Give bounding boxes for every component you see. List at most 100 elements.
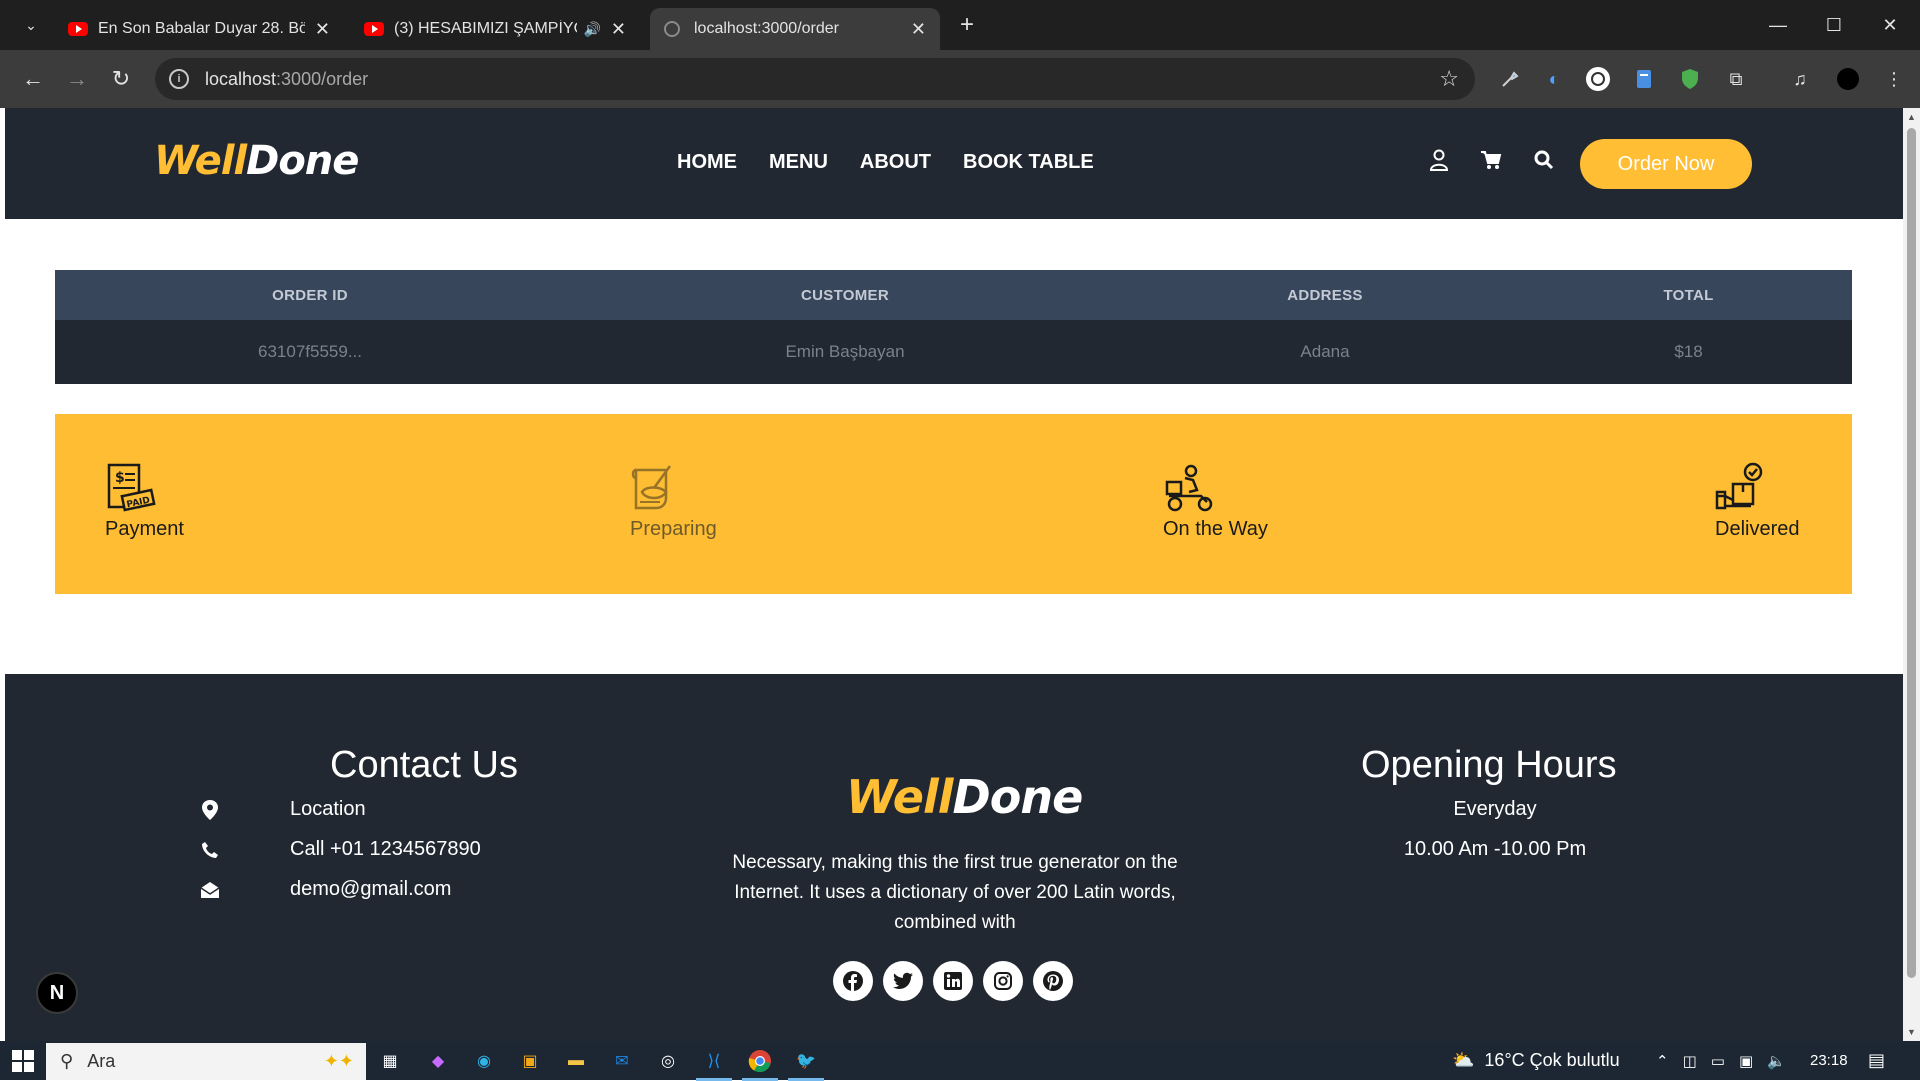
page-scrollbar[interactable]: ▲ ▼ [1903, 108, 1920, 1041]
scroll-up-arrow-icon[interactable]: ▲ [1907, 112, 1916, 122]
youtube-icon [364, 22, 384, 36]
nav-home[interactable]: HOME [677, 151, 737, 174]
instagram-icon[interactable] [983, 961, 1023, 1001]
site-logo[interactable]: WellDone [154, 138, 359, 184]
tab-title: En Son Babalar Duyar 28. Bölüm [98, 20, 305, 37]
user-icon[interactable] [1427, 148, 1451, 172]
nextjs-dev-badge[interactable]: N [36, 972, 78, 1014]
nav-book-table[interactable]: BOOK TABLE [963, 151, 1094, 174]
camera-icon[interactable]: ◫ [1683, 1052, 1697, 1070]
order-status-bar: $ PAID Payment Preparing On the Way Deli… [55, 414, 1852, 594]
table-row: 63107f5559... Emin Başbayan Adana $18 [55, 320, 1852, 384]
weather-widget[interactable]: ⛅ 16°C Çok bulutlu [1452, 1041, 1620, 1080]
extensions-puzzle-icon[interactable]: ⧉ [1722, 65, 1750, 93]
scrollbar-thumb[interactable] [1907, 128, 1916, 978]
main-nav: HOME MENU ABOUT BOOK TABLE [677, 151, 1094, 174]
status-step-payment: $ PAID Payment [105, 462, 184, 541]
opening-time: 10.00 Am -10.00 Pm [1403, 838, 1587, 860]
browser-tab-3[interactable]: localhost:3000/order ✕ [650, 8, 940, 50]
close-tab-icon[interactable]: ✕ [611, 19, 626, 40]
nav-menu[interactable]: MENU [769, 151, 828, 174]
battery-icon[interactable]: ▭ [1711, 1052, 1725, 1070]
outlook-icon[interactable]: ✉ [608, 1047, 636, 1075]
tray-expand-icon[interactable]: ⌃ [1656, 1052, 1669, 1070]
address-bar[interactable]: i localhost:3000/order ☆ [155, 58, 1475, 100]
extension-circle-icon[interactable] [1584, 65, 1612, 93]
profile-avatar[interactable] [1834, 65, 1862, 93]
nav-about[interactable]: ABOUT [860, 151, 931, 174]
system-tray: ⌃ ◫ ▭ ▣ 🔈 [1656, 1041, 1786, 1080]
svg-text:$: $ [115, 470, 125, 486]
forward-button[interactable]: → [60, 62, 94, 96]
back-button[interactable]: ← [16, 62, 50, 96]
file-explorer-icon[interactable]: ▬ [562, 1047, 590, 1075]
docs-extension-icon[interactable] [1630, 65, 1658, 93]
windows-start-icon[interactable] [12, 1050, 34, 1072]
contact-phone[interactable]: Call +01 1234567890 [200, 838, 481, 861]
scroll-down-arrow-icon[interactable]: ▼ [1907, 1027, 1916, 1037]
taskbar-search-box[interactable]: ⚲ Ara ✦✦ [46, 1043, 366, 1080]
paid-receipt-icon: $ PAID [107, 463, 156, 512]
reload-button[interactable]: ↻ [104, 62, 138, 96]
step-label: Payment [105, 518, 184, 540]
media-control-icon[interactable]: ♫ [1786, 65, 1814, 93]
task-view-icon[interactable]: ▦ [376, 1047, 404, 1075]
cart-icon[interactable] [1479, 148, 1503, 172]
search-icon[interactable] [1532, 148, 1556, 172]
browser-tab-2[interactable]: (3) HESABIMIZI ŞAMPİYON/ 🔊 ✕ [350, 8, 640, 50]
app-bird-icon[interactable]: 🐦 [788, 1047, 824, 1081]
column-header: ADDRESS [1287, 286, 1363, 304]
column-header: TOTAL [1663, 286, 1714, 304]
bookmark-star-icon[interactable]: ☆ [1439, 66, 1459, 92]
clock[interactable]: 23:18 [1810, 1041, 1848, 1080]
windows-taskbar: ⚲ Ara ✦✦ ▦ ◆ ◉ ▣ ▬ ✉ ◎ ⟩⟨ 🐦 ⛅ 16°C Çok b… [0, 1041, 1920, 1081]
contact-location[interactable]: Location [200, 798, 366, 821]
obs-icon[interactable]: ◎ [654, 1047, 682, 1075]
browser-tab-1[interactable]: En Son Babalar Duyar 28. Bölüm ✕ [54, 8, 344, 50]
browser-tab-strip: ⌄ En Son Babalar Duyar 28. Bölüm ✕ (3) H… [0, 0, 1920, 50]
status-step-preparing: Preparing [630, 462, 717, 541]
edge-icon[interactable]: ◉ [470, 1047, 498, 1075]
vscode-icon[interactable]: ⟩⟨ [696, 1047, 732, 1081]
close-window-button[interactable]: ✕ [1862, 0, 1918, 50]
notifications-icon[interactable]: ▤ [1868, 1041, 1885, 1080]
tab-title: localhost:3000/order [694, 20, 839, 37]
social-links [833, 961, 1073, 1001]
pinterest-icon[interactable] [1033, 961, 1073, 1001]
minimize-button[interactable]: — [1750, 0, 1806, 50]
table-header: ORDER ID CUSTOMER ADDRESS TOTAL [55, 270, 1852, 320]
opening-hours-title: Opening Hours [1361, 744, 1617, 786]
phone-text: Call +01 1234567890 [290, 838, 481, 860]
chrome-icon[interactable] [742, 1047, 778, 1081]
close-tab-icon[interactable]: ✕ [911, 19, 926, 40]
close-tab-icon[interactable]: ✕ [315, 19, 330, 40]
facebook-icon[interactable] [833, 961, 873, 1001]
footer-logo[interactable]: WellDone [846, 770, 1083, 824]
tab-search-button[interactable]: ⌄ [16, 10, 46, 40]
contact-email[interactable]: demo@gmail.com [200, 878, 451, 901]
browser-menu-icon[interactable]: ⋮ [1880, 65, 1908, 93]
shield-extension-icon[interactable] [1676, 65, 1704, 93]
eyedropper-extension-icon[interactable] [1496, 65, 1524, 93]
network-icon[interactable]: ▣ [1739, 1052, 1753, 1070]
weather-cloud-icon: ⛅ [1452, 1050, 1475, 1070]
maximize-button[interactable]: ☐ [1806, 0, 1862, 50]
column-header: CUSTOMER [801, 286, 889, 304]
audio-playing-icon[interactable]: 🔊 [583, 21, 600, 38]
new-tab-button[interactable]: + [952, 10, 982, 40]
site-header: WellDone HOME MENU ABOUT BOOK TABLE Orde… [5, 108, 1903, 219]
tab-title: (3) HESABIMIZI ŞAMPİYON/ [394, 20, 577, 37]
site-info-icon[interactable]: i [169, 69, 189, 89]
step-label: Delivered [1715, 518, 1800, 540]
copilot-icon[interactable]: ◆ [424, 1047, 452, 1075]
globe-icon [664, 21, 680, 37]
order-now-button[interactable]: Order Now [1580, 139, 1752, 189]
linkedin-icon[interactable] [933, 961, 973, 1001]
store-icon[interactable]: ▣ [516, 1047, 544, 1075]
audio-extension-icon[interactable]: ◐ [1540, 65, 1568, 93]
twitter-icon[interactable] [883, 961, 923, 1001]
browser-toolbar: ← → ↻ i localhost:3000/order ☆ ◐ ⧉ ♫ ⋮ [0, 50, 1920, 108]
youtube-icon [68, 22, 88, 36]
order-table: ORDER ID CUSTOMER ADDRESS TOTAL 63107f55… [55, 270, 1852, 384]
volume-icon[interactable]: 🔈 [1767, 1052, 1786, 1070]
